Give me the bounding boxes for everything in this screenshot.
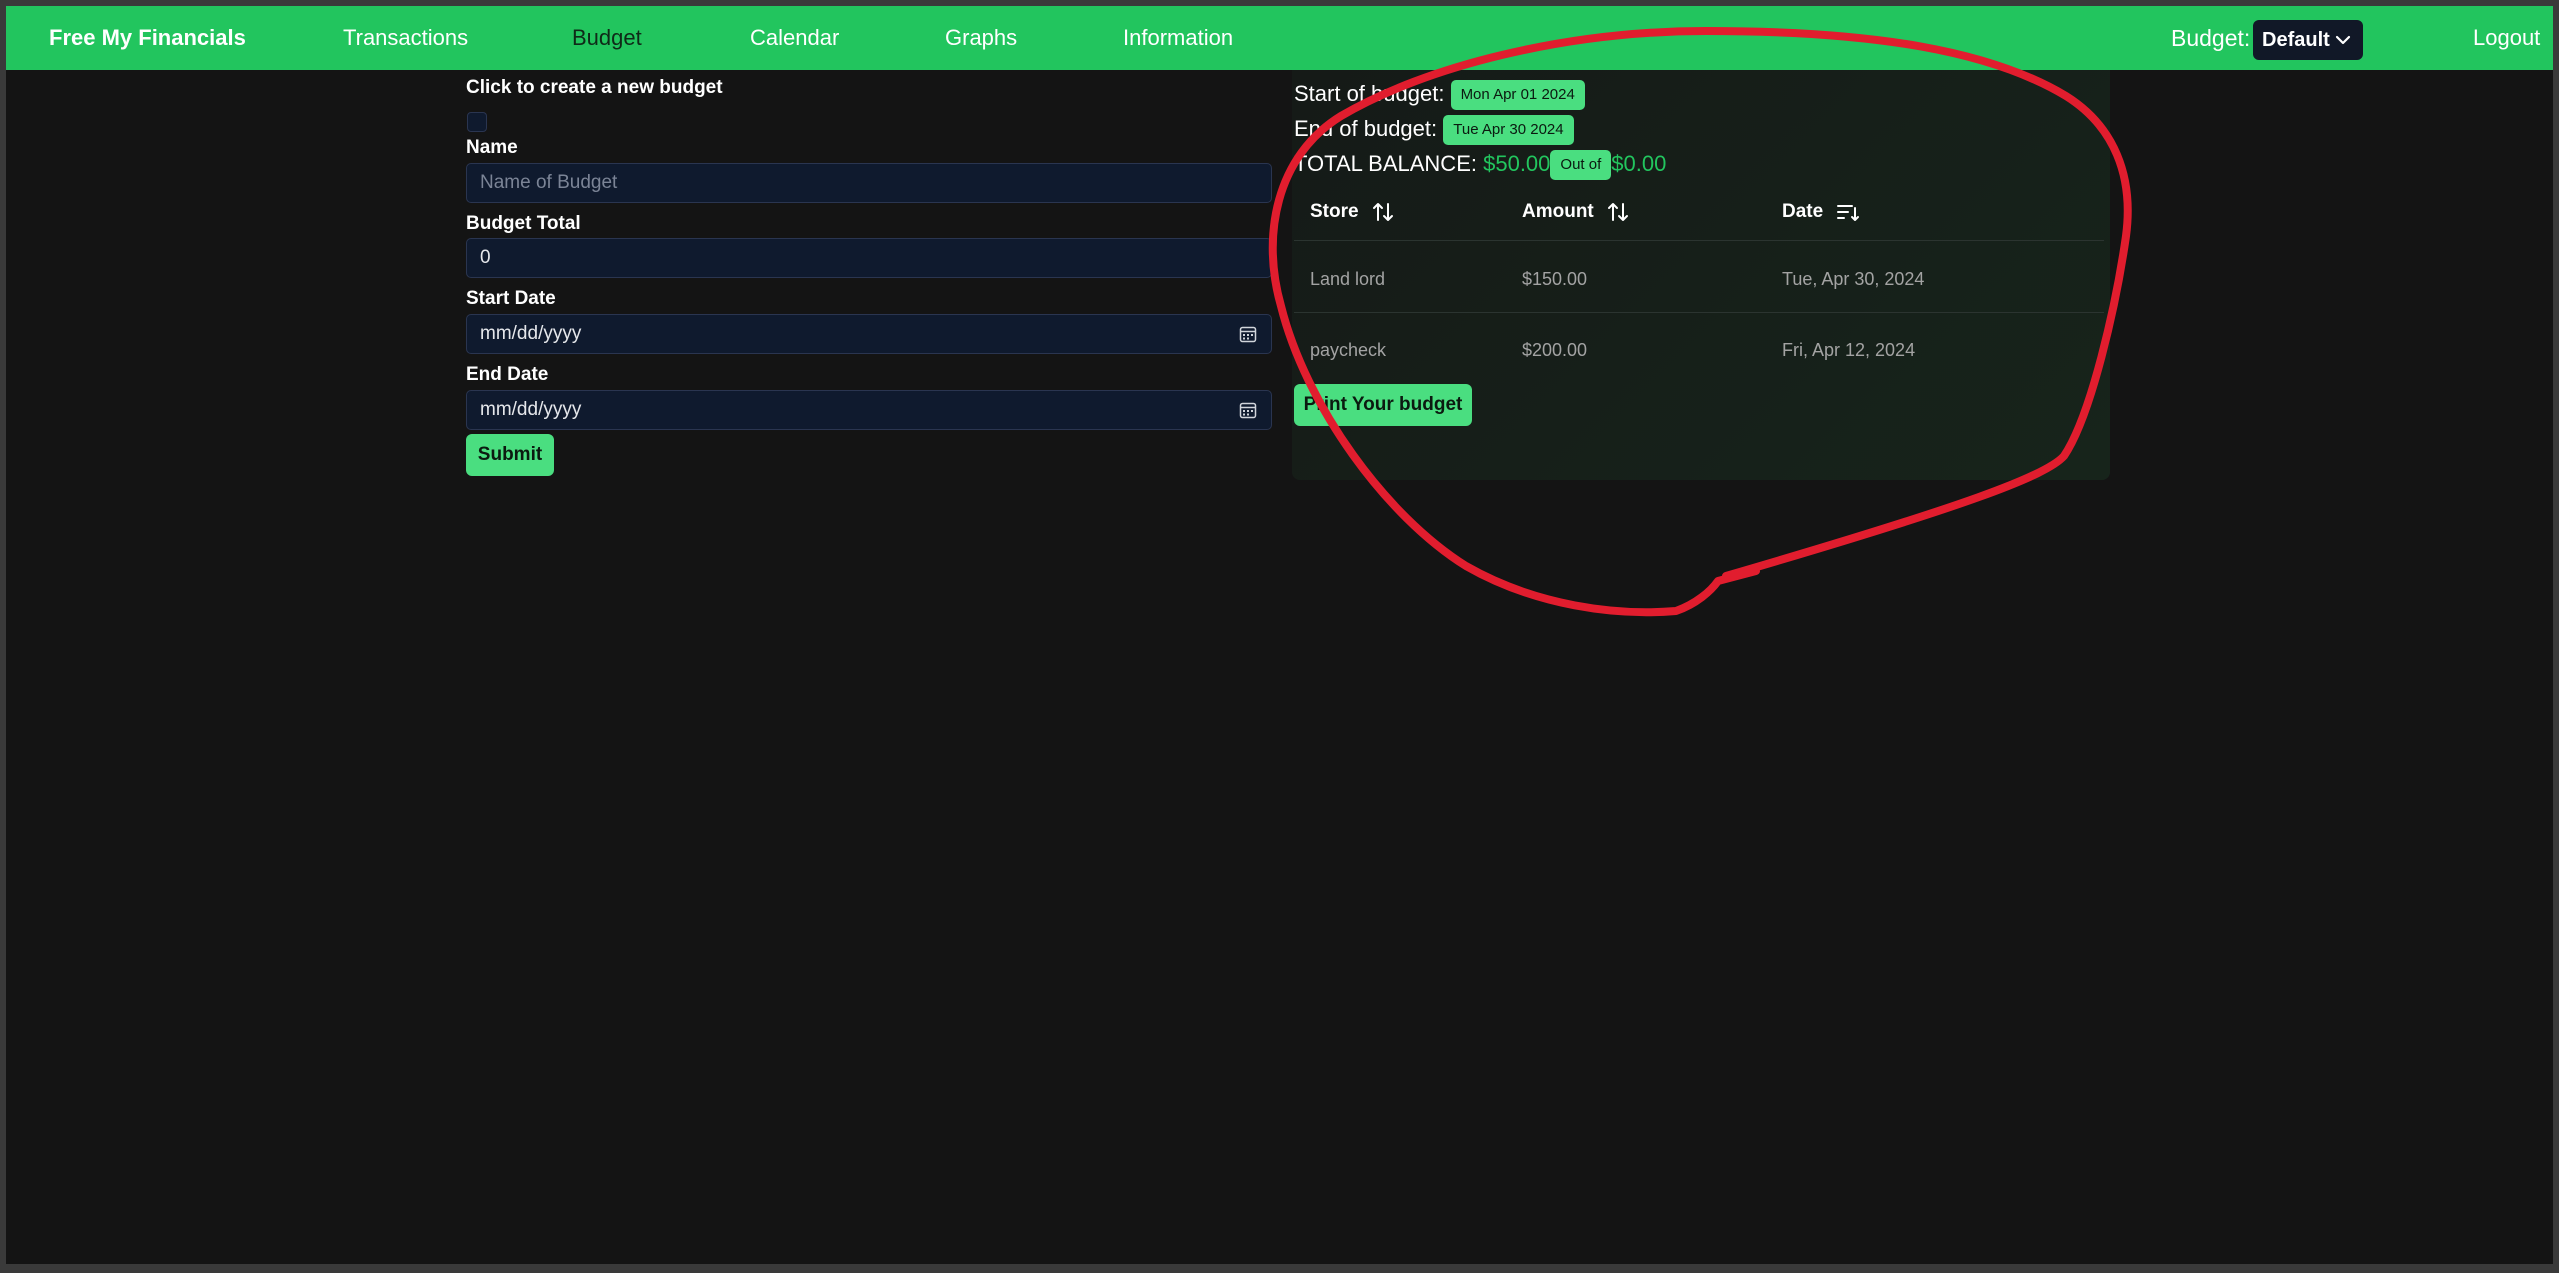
create-budget-label: Click to create a new budget [466,77,723,98]
total-balance-label: TOTAL BALANCE: [1294,150,1477,176]
header-divider [1294,240,2104,241]
calendar-icon[interactable] [1239,325,1257,343]
amount-cell: $200.00 [1522,340,1588,360]
annotation-circle [1268,27,2132,617]
row-divider [1294,312,2104,313]
budget-total-value: $0.00 [1611,150,1667,176]
brand-link[interactable]: Free My Financials [49,6,246,70]
chevron-down-icon [2335,35,2351,45]
nav-transactions[interactable]: Transactions [343,6,468,70]
budget-select[interactable]: Default [2253,20,2363,60]
start-of-budget-label: Start of budget: [1294,80,1445,106]
sort-icon[interactable] [1607,200,1629,224]
store-header-label: Store [1310,201,1359,223]
end-date-badge: Tue Apr 30 2024 [1443,115,1574,145]
end-of-budget-row: End of budget: Tue Apr 30 2024 [1294,115,1574,145]
sort-icon[interactable] [1372,200,1394,224]
start-of-budget-row: Start of budget: Mon Apr 01 2024 [1294,80,1585,110]
date-header-label: Date [1782,201,1824,223]
store-column-header[interactable]: Store [1310,200,1394,224]
start-date-label: Start Date [466,288,556,309]
end-date-input[interactable]: mm/dd/yyyy [466,390,1272,430]
nav-calendar[interactable]: Calendar [750,6,839,70]
app-window: Free My Financials Transactions Budget C… [6,6,2553,1264]
logout-link[interactable]: Logout [2473,6,2540,70]
start-date-placeholder: mm/dd/yyyy [480,323,582,344]
date-cell: Fri, Apr 12, 2024 [1782,340,1916,360]
start-date-input[interactable]: mm/dd/yyyy [466,314,1272,354]
budget-select-value: Default [2262,29,2330,51]
amount-cell: $150.00 [1522,269,1588,289]
store-cell: Land lord [1310,269,1386,289]
start-date-badge: Mon Apr 01 2024 [1450,80,1585,110]
end-of-budget-label: End of budget: [1294,115,1438,141]
submit-button[interactable]: Submit [466,434,554,476]
create-budget-checkbox[interactable] [467,112,487,132]
nav-graphs[interactable]: Graphs [945,6,1017,70]
budget-total-label: Budget Total [466,213,581,234]
total-balance-row: TOTAL BALANCE: $50.00 Out of $0.00 [1294,150,1666,180]
date-cell: Tue, Apr 30, 2024 [1782,269,1925,289]
store-cell: paycheck [1310,340,1387,360]
out-of-badge: Out of [1550,150,1612,180]
end-date-placeholder: mm/dd/yyyy [480,399,582,420]
name-input[interactable]: Name of Budget [466,163,1272,203]
sort-descending-icon[interactable] [1836,200,1860,224]
nav-budget[interactable]: Budget [572,6,642,70]
calendar-icon[interactable] [1239,401,1257,419]
print-budget-button[interactable]: Print Your budget [1294,384,1472,426]
name-label: Name [466,137,518,158]
budget-select-label: Budget: [2171,25,2251,51]
date-column-header[interactable]: Date [1782,200,1860,224]
amount-header-label: Amount [1522,201,1594,223]
balance-value: $50.00 [1483,150,1551,176]
amount-column-header[interactable]: Amount [1522,200,1629,224]
top-navbar: Free My Financials Transactions Budget C… [6,6,2553,70]
budget-total-input[interactable]: 0 [466,238,1272,278]
nav-information[interactable]: Information [1123,6,1233,70]
end-date-label: End Date [466,364,549,385]
